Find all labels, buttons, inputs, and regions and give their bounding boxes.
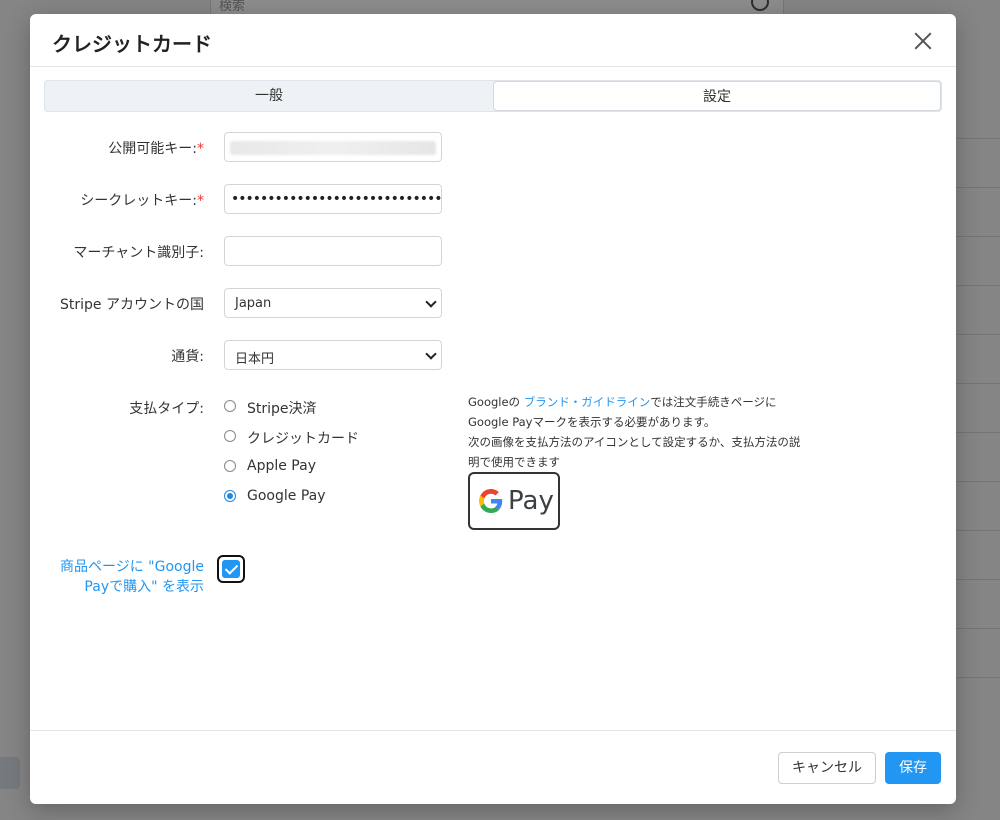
secret-key-label: シークレットキー:* [80, 190, 204, 210]
stripe-country-label: Stripe アカウントの国 [60, 297, 204, 313]
footer-divider [30, 730, 956, 731]
note-line-1: Googleの ブランド・ガイドラインでは注文手続きページに [468, 392, 828, 412]
publishable-key-input[interactable] [224, 132, 442, 162]
tab-settings[interactable]: 設定 [493, 81, 941, 111]
note-suffix: では注文手続きページに [650, 395, 777, 409]
save-button[interactable]: 保存 [885, 752, 941, 784]
radio-button-selected[interactable] [224, 490, 236, 502]
radio-button[interactable] [224, 430, 236, 442]
merchant-id-label: マーチャント識別子: [73, 245, 204, 261]
show-gpay-on-product-checkbox[interactable] [217, 555, 245, 583]
google-g-icon [479, 489, 503, 513]
brand-guidelines-link[interactable]: ブランド・ガイドライン [524, 395, 651, 409]
credit-card-dialog: クレジットカード 一般 設定 公開可能キー:* シークレットキー:* •••••… [30, 14, 956, 804]
currency-value: 日本円 [235, 352, 275, 367]
label-line-2: Payで購入" を表示 [84, 579, 204, 595]
note-line-2: Google Payマークを表示する必要があります。 [468, 415, 716, 429]
payment-option-label: Google Pay [247, 488, 326, 504]
merchant-id-input[interactable] [224, 236, 442, 266]
required-mark: * [197, 193, 204, 209]
note-line-4: 明で使用できます [468, 455, 560, 469]
payment-type-label: 支払タイプ: [129, 401, 204, 417]
note-prefix: Googleの [468, 395, 524, 409]
note-line-3: 次の画像を支払方法のアイコンとして設定するか、支払方法の説 [468, 435, 801, 449]
publishable-key-label-text: 公開可能キー: [108, 141, 197, 157]
close-icon[interactable] [912, 30, 934, 52]
chevron-down-icon [425, 348, 437, 360]
tab-bar: 一般 設定 [44, 80, 942, 112]
currency-select[interactable]: 日本円 [224, 340, 442, 370]
redacted-value [230, 141, 436, 155]
payment-option-label: クレジットカード [247, 431, 359, 447]
payment-option-label: Stripe決済 [247, 401, 317, 417]
secret-key-label-text: シークレットキー: [80, 193, 197, 209]
tab-general[interactable]: 一般 [45, 81, 493, 111]
publishable-key-label: 公開可能キー:* [108, 138, 204, 158]
google-pay-mark: Pay [468, 472, 560, 530]
stripe-country-value: Japan [235, 296, 272, 311]
checkmark-icon[interactable] [222, 560, 240, 578]
currency-label: 通貨: [171, 349, 204, 365]
payment-option-label: Apple Pay [247, 458, 316, 474]
radio-button[interactable] [224, 460, 236, 472]
google-pay-mark-text: Pay [508, 486, 554, 516]
cancel-button[interactable]: キャンセル [778, 752, 876, 784]
label-line-1: 商品ページに "Google [60, 559, 204, 575]
stripe-country-select[interactable]: Japan [224, 288, 442, 318]
secret-key-input[interactable]: ••••••••••••••••••••••••••••••••••••••••… [224, 184, 442, 214]
radio-button[interactable] [224, 400, 236, 412]
dialog-title: クレジットカード [52, 32, 212, 56]
dialog-header: クレジットカード [30, 14, 956, 67]
required-mark: * [197, 141, 204, 157]
chevron-down-icon [425, 296, 437, 308]
google-pay-guideline-note: Googleの ブランド・ガイドラインでは注文手続きページに Google Pa… [468, 392, 828, 472]
show-gpay-on-product-label: 商品ページに "Google Payで購入" を表示 [44, 557, 204, 597]
